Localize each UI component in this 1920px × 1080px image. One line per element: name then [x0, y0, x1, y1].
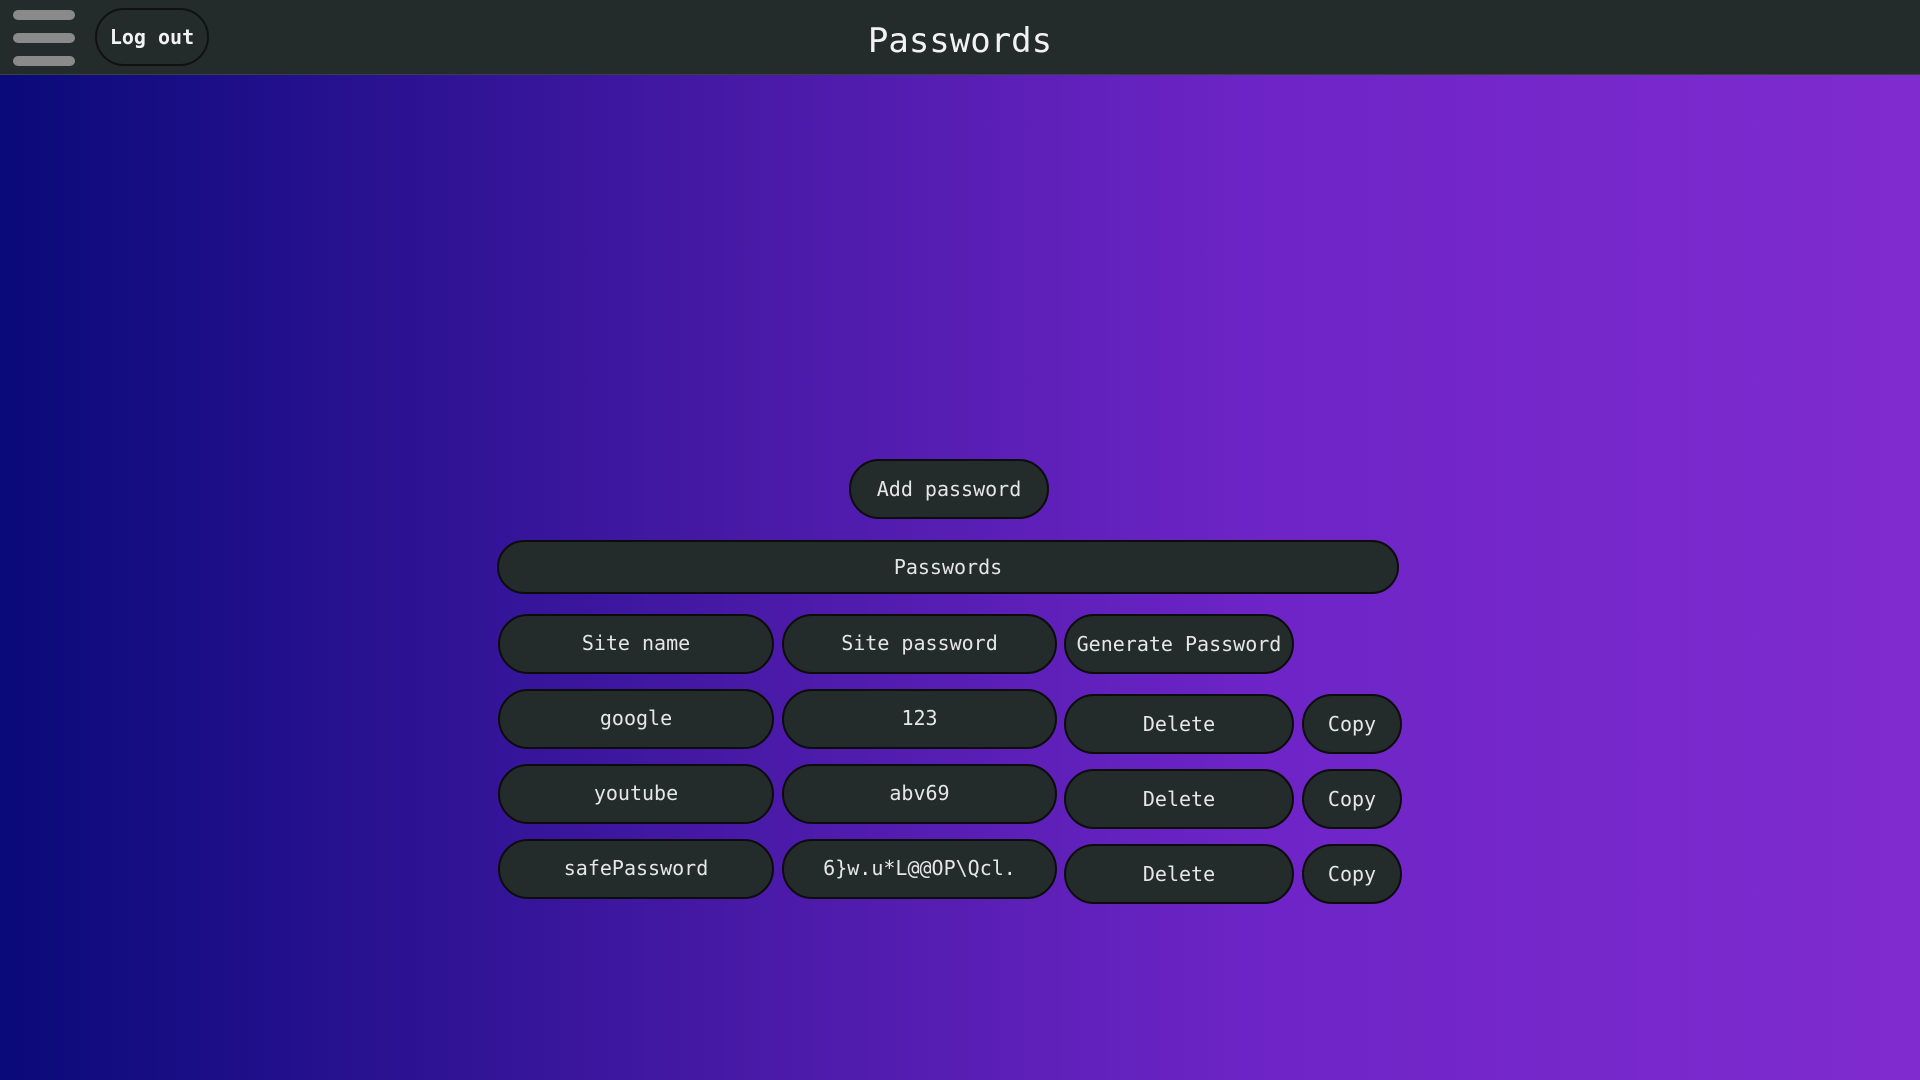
- site-name-field[interactable]: google: [498, 689, 774, 749]
- generate-password-button[interactable]: Generate Password: [1064, 614, 1294, 674]
- add-password-button[interactable]: Add password: [849, 459, 1049, 519]
- site-password-field[interactable]: 6}w.u*L@@OP\Qcl.: [782, 839, 1057, 899]
- hamburger-line: [13, 10, 75, 20]
- copy-button[interactable]: Copy: [1302, 844, 1402, 904]
- delete-button[interactable]: Delete: [1064, 844, 1294, 904]
- site-password-input[interactable]: Site password: [782, 614, 1057, 674]
- site-name-input[interactable]: Site name: [498, 614, 774, 674]
- delete-button[interactable]: Delete: [1064, 694, 1294, 754]
- logout-button[interactable]: Log out: [95, 8, 209, 66]
- hamburger-menu-icon[interactable]: [13, 10, 75, 68]
- site-name-field[interactable]: youtube: [498, 764, 774, 824]
- site-password-field[interactable]: 123: [782, 689, 1057, 749]
- passwords-section-header: Passwords: [497, 540, 1399, 594]
- site-password-field[interactable]: abv69: [782, 764, 1057, 824]
- page-title: Passwords: [867, 21, 1053, 61]
- copy-button[interactable]: Copy: [1302, 769, 1402, 829]
- hamburger-line: [13, 33, 75, 43]
- delete-button[interactable]: Delete: [1064, 769, 1294, 829]
- top-bar: Log out Passwords: [0, 0, 1920, 75]
- hamburger-line: [13, 56, 75, 66]
- site-name-field[interactable]: safePassword: [498, 839, 774, 899]
- copy-button[interactable]: Copy: [1302, 694, 1402, 754]
